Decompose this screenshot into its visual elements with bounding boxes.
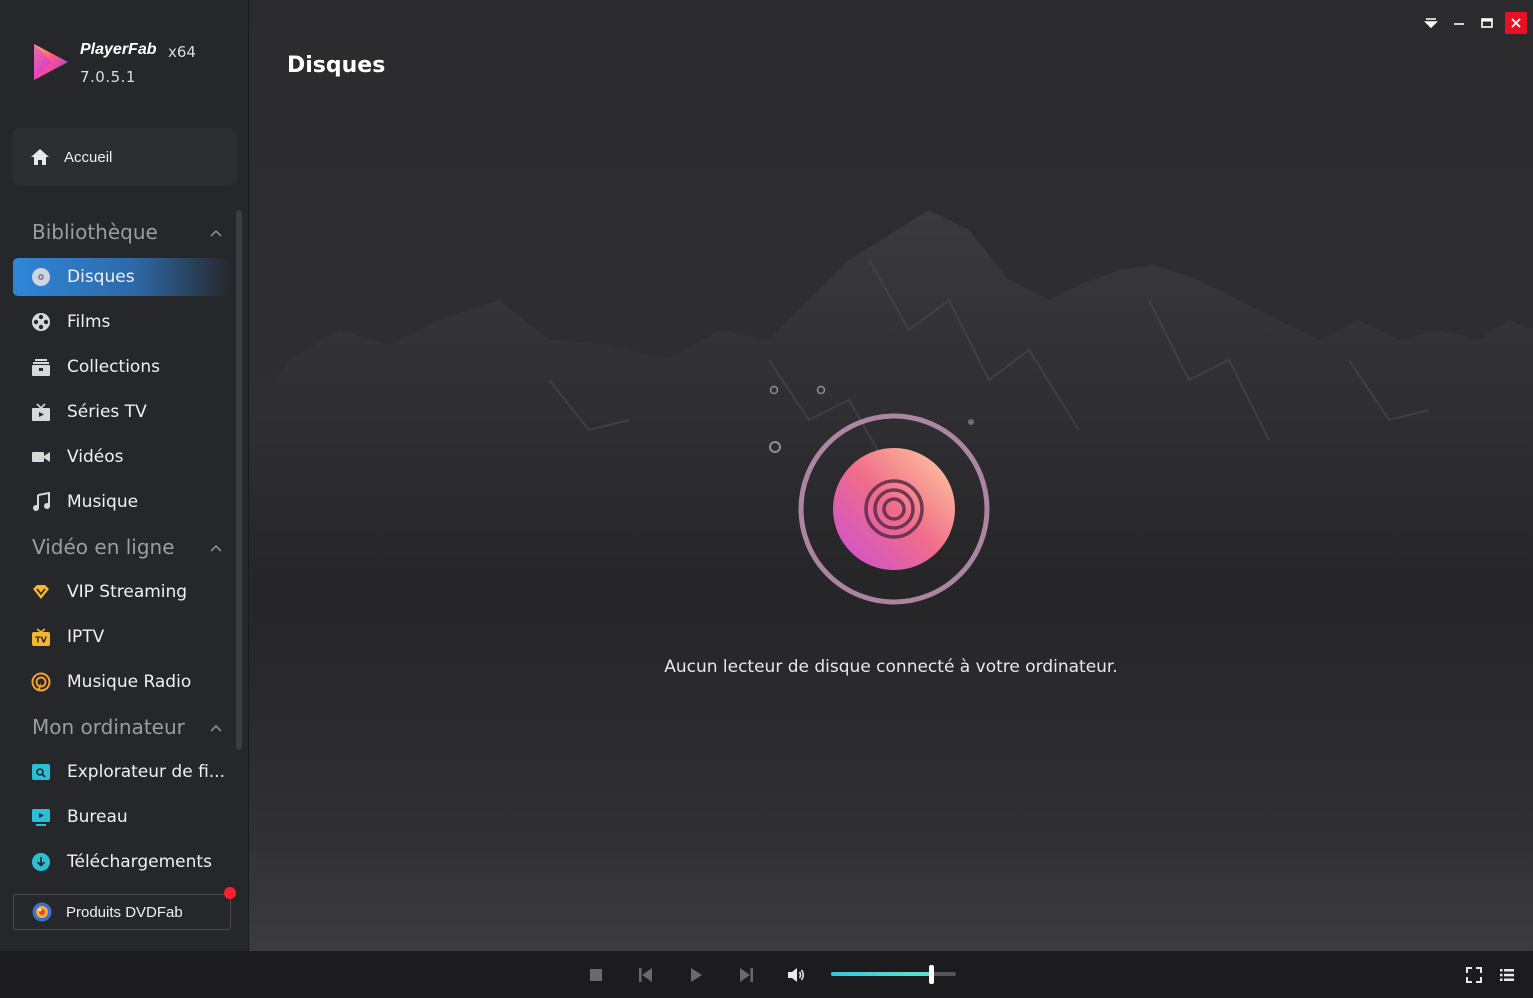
sidebar-item-series-tv[interactable]: Séries TV [13, 393, 231, 431]
chevron-up-icon[interactable] [208, 720, 224, 736]
menu-down-icon [1424, 18, 1438, 29]
sidebar-item-bureau[interactable]: Bureau [13, 798, 231, 836]
sidebar-item-accueil[interactable]: Accueil [12, 128, 237, 186]
collection-icon [32, 359, 50, 376]
previous-button[interactable] [636, 965, 656, 985]
sidebar-item-label: VIP Streaming [67, 582, 188, 602]
section-bibliotheque[interactable]: Bibliothèque [32, 220, 158, 244]
decor-dot [816, 385, 826, 395]
radio-icon [31, 672, 51, 692]
close-icon [1511, 18, 1521, 28]
main-panel: Disques Aucun lecteur de disque connecté… [249, 0, 1533, 951]
maximize-icon [1481, 18, 1493, 28]
iptv-icon: TV [32, 628, 50, 646]
volume-slider[interactable] [831, 972, 956, 976]
sidebar-item-label: Séries TV [67, 402, 147, 422]
sidebar-item-films[interactable]: Films [13, 303, 231, 341]
notification-badge [224, 887, 236, 899]
sidebar-item-label: Films [67, 312, 111, 332]
playlist-button[interactable] [1497, 965, 1517, 985]
dvdfab-logo-icon [32, 902, 52, 922]
sidebar-item-label: Bureau [67, 807, 128, 827]
sidebar-item-musique-radio[interactable]: Musique Radio [13, 663, 231, 701]
decor-dot [769, 441, 781, 453]
sidebar-item-collections[interactable]: Collections [13, 348, 231, 386]
sidebar-item-musique[interactable]: Musique [13, 483, 231, 521]
empty-state-message: Aucun lecteur de disque connecté à votre… [664, 657, 1118, 677]
sidebar-item-disques[interactable]: Disques [13, 258, 231, 296]
decor-dot [968, 419, 974, 425]
decor-dot [769, 385, 779, 395]
disc-icon [32, 268, 50, 286]
app-arch: x64 [168, 43, 196, 61]
sidebar-item-label: Musique [67, 492, 139, 512]
desktop-icon [32, 809, 50, 826]
app-version: 7.0.5.1 [80, 68, 136, 86]
volume-slider-handle[interactable] [929, 965, 934, 984]
sidebar-item-vip-streaming[interactable]: VIP Streaming [13, 573, 231, 611]
sidebar-item-label: Vidéos [67, 447, 124, 467]
app-brand: PlayerFab [80, 41, 157, 58]
sidebar: PlayerFab x64 7.0.5.1 Accueil Bibliothèq… [0, 0, 249, 951]
volume-icon[interactable] [786, 965, 806, 985]
minimize-icon [1454, 23, 1464, 25]
video-camera-icon [32, 452, 50, 462]
svg-text:TV: TV [35, 636, 47, 645]
file-explorer-icon [32, 764, 50, 780]
minimize-button[interactable] [1449, 13, 1469, 33]
dropdown-menu-button[interactable] [1421, 13, 1441, 33]
sidebar-item-telechargements[interactable]: Téléchargements [13, 843, 231, 881]
fullscreen-button[interactable] [1464, 965, 1484, 985]
home-icon [31, 149, 49, 165]
play-button[interactable] [686, 965, 706, 985]
stop-button[interactable] [586, 965, 606, 985]
music-note-icon [33, 492, 50, 511]
chevron-up-icon[interactable] [208, 225, 224, 241]
section-video-en-ligne[interactable]: Vidéo en ligne [32, 535, 175, 559]
sidebar-scrollbar[interactable] [236, 210, 242, 750]
volume-fill [831, 972, 931, 976]
close-button[interactable] [1505, 12, 1527, 34]
page-title: Disques [287, 53, 386, 78]
download-icon [32, 853, 50, 871]
section-mon-ordinateur[interactable]: Mon ordinateur [32, 715, 185, 739]
vip-diamond-icon [33, 585, 49, 599]
player-bar [0, 951, 1533, 998]
sidebar-item-label: Téléchargements [67, 852, 212, 872]
maximize-button[interactable] [1477, 13, 1497, 33]
sidebar-item-label: Musique Radio [67, 672, 192, 692]
dvdfab-products-button[interactable]: Produits DVDFab [13, 894, 231, 930]
tv-series-icon [32, 403, 50, 421]
playerfab-logo [34, 44, 68, 80]
sidebar-item-label: Disques [67, 267, 135, 287]
sidebar-item-iptv[interactable]: TV IPTV [13, 618, 231, 656]
film-reel-icon [32, 313, 50, 331]
window-controls [1421, 12, 1527, 34]
chevron-up-icon[interactable] [208, 540, 224, 556]
sidebar-item-label: IPTV [67, 627, 105, 647]
sidebar-item-label: Explorateur de fi... [67, 762, 225, 782]
sidebar-item-explorateur[interactable]: Explorateur de fi... [13, 753, 231, 791]
sidebar-item-label: Collections [67, 357, 160, 377]
next-button[interactable] [736, 965, 756, 985]
no-disc-illustration [798, 413, 990, 605]
dvdfab-products-label: Produits DVDFab [66, 903, 183, 921]
sidebar-item-videos[interactable]: Vidéos [13, 438, 231, 476]
sidebar-item-label: Accueil [64, 148, 113, 166]
